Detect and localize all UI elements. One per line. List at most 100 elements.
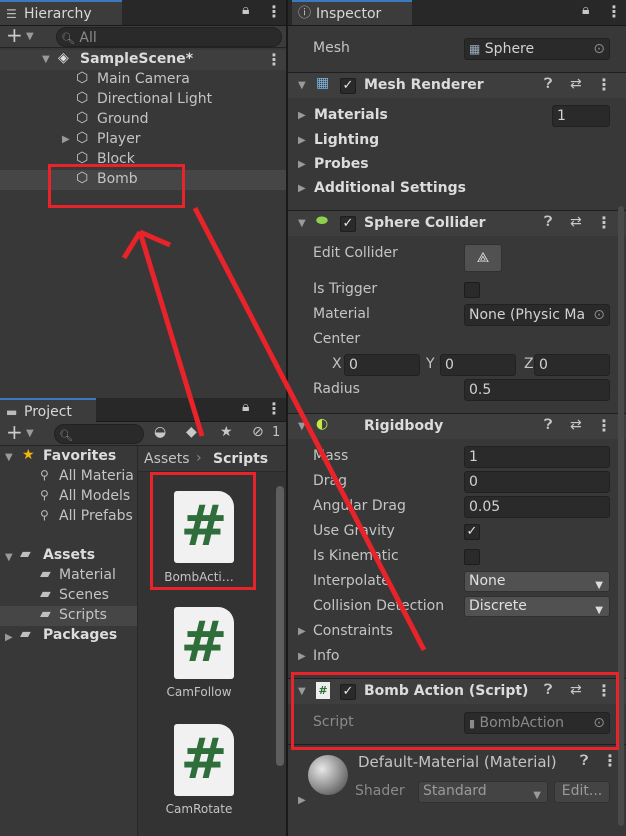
expand-icon[interactable]: ▼ <box>42 54 50 65</box>
lock-icon[interactable]: 🔒︎ <box>582 2 589 18</box>
component-menu-icon[interactable]: ⋮ <box>596 416 612 435</box>
expand-icon[interactable]: ▶ <box>298 183 306 194</box>
asset-folder[interactable]: Scenes <box>59 587 109 603</box>
mesh-renderer-header[interactable]: ▼ ▦ ✓ Mesh Renderer ❓︎ ⇄ ⋮ <box>288 72 626 98</box>
assets-label[interactable]: Assets <box>43 547 95 563</box>
breadcrumb-root[interactable]: Assets <box>144 451 190 467</box>
component-menu-icon[interactable]: ⋮ <box>596 75 612 94</box>
radius-field[interactable]: 0.5 <box>464 379 610 401</box>
help-icon[interactable]: ❓︎ <box>580 753 588 769</box>
scene-menu-icon[interactable]: ⋮ <box>266 50 282 69</box>
help-icon[interactable]: ❓︎ <box>544 76 552 92</box>
help-icon[interactable]: ❓︎ <box>544 417 552 433</box>
expand-icon[interactable]: ▶ <box>5 632 13 643</box>
presets-icon[interactable]: ⇄ <box>570 682 582 698</box>
hierarchy-item[interactable]: ⬡ Ground <box>0 110 286 130</box>
scrollbar[interactable] <box>276 486 284 766</box>
presets-icon[interactable]: ⇄ <box>570 76 582 92</box>
filter-by-type-icon[interactable]: ◒ <box>154 424 166 440</box>
additional-settings-foldout[interactable]: Additional Settings <box>314 180 466 196</box>
asset-folder-selected[interactable]: ▰ Scripts <box>0 606 137 626</box>
hierarchy-item[interactable]: ⬡ Directional Light <box>0 90 286 110</box>
project-menu-icon[interactable]: ⋮ <box>266 399 282 418</box>
help-icon[interactable]: ❓︎ <box>544 214 552 230</box>
collapse-icon[interactable]: ▼ <box>298 421 306 432</box>
hierarchy-item[interactable]: ⬡ Block <box>0 150 286 170</box>
favorite-star-icon[interactable]: ★ <box>220 424 233 440</box>
hierarchy-menu-icon[interactable]: ⋮ <box>266 2 282 21</box>
favorite-item[interactable]: All Models <box>59 488 130 504</box>
interpolate-dropdown[interactable]: None ▼ <box>464 571 610 592</box>
center-z-field[interactable]: 0 <box>534 354 610 376</box>
project-search-input[interactable]: 🔍︎ <box>54 424 144 444</box>
presets-icon[interactable]: ⇄ <box>570 417 582 433</box>
add-icon[interactable]: + <box>6 23 23 47</box>
mass-field[interactable]: 1 <box>464 446 610 468</box>
component-menu-icon[interactable]: ⋮ <box>596 681 612 700</box>
asset-folder[interactable]: Material <box>59 567 116 583</box>
constraints-foldout[interactable]: Constraints <box>313 623 393 639</box>
materials-foldout[interactable]: Materials <box>314 107 388 123</box>
add-icon[interactable]: + <box>6 420 23 444</box>
file-item[interactable]: # BombActi… <box>154 486 244 596</box>
object-picker-icon[interactable]: ⊙ <box>593 305 605 325</box>
expand-icon[interactable]: ▶ <box>298 651 306 662</box>
object-picker-icon[interactable]: ⊙ <box>593 39 605 59</box>
angular-drag-field[interactable]: 0.05 <box>464 496 610 518</box>
expand-icon[interactable]: ▼ <box>5 452 13 463</box>
expand-icon[interactable]: ▶ <box>298 795 306 806</box>
project-tab[interactable]: ▬ Project <box>0 398 96 422</box>
lock-icon[interactable]: 🔒︎ <box>242 399 249 415</box>
file-item[interactable]: # CamFollow <box>154 601 244 701</box>
expand-icon[interactable]: ▼ <box>5 552 13 563</box>
use-gravity-checkbox[interactable]: ✓ <box>464 524 480 540</box>
collision-detection-dropdown[interactable]: Discrete ▼ <box>464 596 610 617</box>
bomb-action-header[interactable]: ▼ # ✓ Bomb Action (Script) ❓︎ ⇄ ⋮ <box>288 678 626 704</box>
drag-field[interactable]: 0 <box>464 471 610 493</box>
hierarchy-item[interactable]: ⬡ Main Camera <box>0 70 286 90</box>
expand-icon[interactable]: ▶ <box>298 159 306 170</box>
expand-icon[interactable]: ▶ <box>298 110 306 121</box>
expand-icon[interactable]: ▶ <box>62 134 70 145</box>
chevron-down-icon[interactable]: ▼ <box>26 31 34 42</box>
center-y-field[interactable]: 0 <box>440 354 516 376</box>
favorites-label[interactable]: Favorites <box>43 448 116 464</box>
favorite-item[interactable]: All Materia <box>59 468 134 484</box>
filter-by-label-icon[interactable]: ◆ <box>186 424 197 440</box>
enable-checkbox[interactable]: ✓ <box>340 216 356 232</box>
hierarchy-item-selected[interactable]: ⬡ Bomb <box>0 170 286 190</box>
info-foldout[interactable]: Info <box>313 648 340 664</box>
material-menu-icon[interactable]: ⋮ <box>602 751 618 770</box>
component-menu-icon[interactable]: ⋮ <box>596 213 612 232</box>
hierarchy-search[interactable]: 🔍︎ All <box>56 27 282 47</box>
probes-foldout[interactable]: Probes <box>314 156 369 172</box>
breadcrumb-current[interactable]: Scripts <box>213 451 268 467</box>
shader-edit-button[interactable]: Edit... <box>554 781 610 803</box>
inspector-tab[interactable]: ⓘ Inspector <box>292 0 412 25</box>
hierarchy-tab[interactable]: ☰ Hierarchy <box>0 0 122 25</box>
chevron-down-icon[interactable]: ▼ <box>26 428 34 439</box>
inspector-menu-icon[interactable]: ⋮ <box>606 2 622 21</box>
rigidbody-header[interactable]: ▼ ◐ Rigidbody ❓︎ ⇄ ⋮ <box>288 413 626 439</box>
physic-material-field[interactable]: None (Physic Ma ⊙ <box>464 304 610 326</box>
hierarchy-item[interactable]: ▶ ⬡ Player <box>0 130 286 150</box>
enable-checkbox[interactable]: ✓ <box>340 684 356 700</box>
expand-icon[interactable]: ▶ <box>298 626 306 637</box>
shader-dropdown[interactable]: Standard ▼ <box>418 781 548 803</box>
is-kinematic-checkbox[interactable] <box>464 549 480 565</box>
enable-checkbox[interactable]: ✓ <box>340 78 356 94</box>
expand-icon[interactable]: ▶ <box>298 135 306 146</box>
center-x-field[interactable]: 0 <box>344 354 420 376</box>
sphere-collider-header[interactable]: ▼ ⬬ ✓ Sphere Collider ❓︎ ⇄ ⋮ <box>288 210 626 236</box>
inspector-scrollbar[interactable] <box>618 206 624 826</box>
packages-label[interactable]: Packages <box>43 627 117 643</box>
edit-collider-button[interactable]: ⟁ <box>464 244 502 272</box>
favorite-item[interactable]: All Prefabs <box>59 508 133 524</box>
scene-row[interactable]: ▼ ◈ SampleScene* ⋮ <box>0 50 286 70</box>
presets-icon[interactable]: ⇄ <box>570 214 582 230</box>
collapse-icon[interactable]: ▼ <box>298 218 306 229</box>
lock-icon[interactable]: 🔒︎ <box>242 2 249 18</box>
mesh-field[interactable]: ▦ Sphere ⊙ <box>464 38 610 60</box>
materials-count[interactable]: 1 <box>552 105 610 127</box>
hidden-eye-icon[interactable]: ⊘ <box>252 424 264 440</box>
